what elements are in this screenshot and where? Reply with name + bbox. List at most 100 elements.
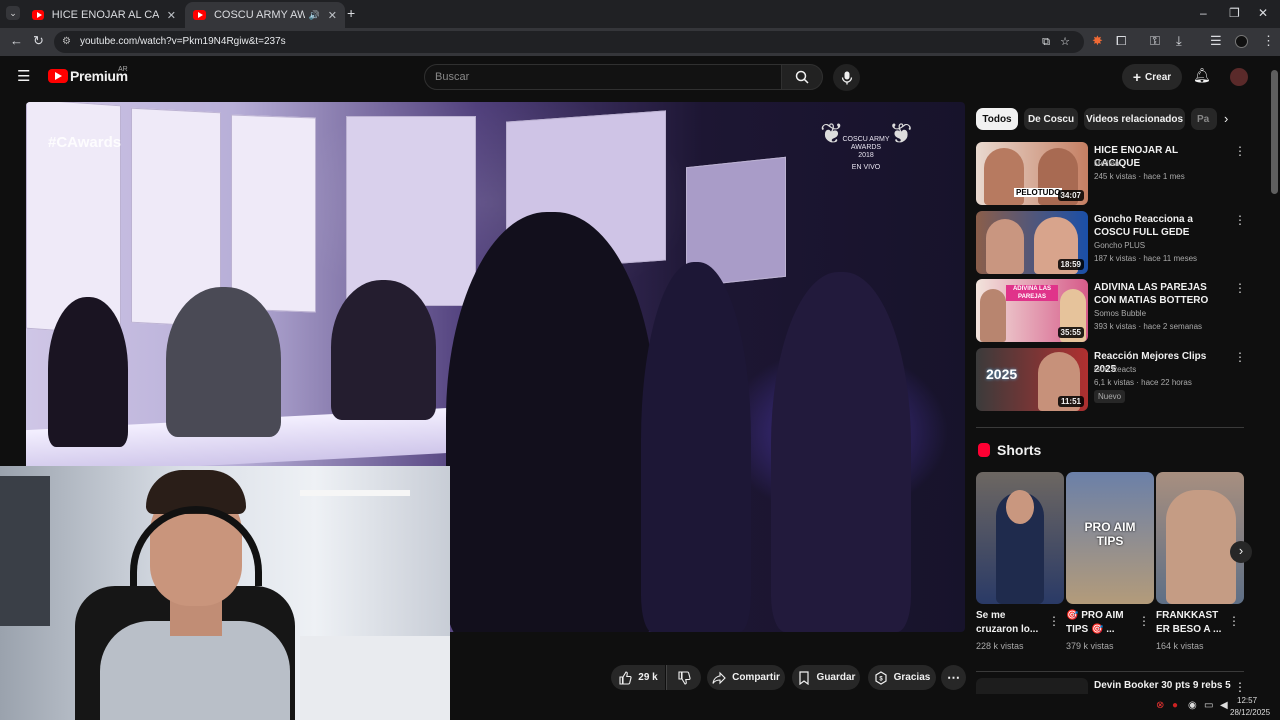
address-bar[interactable]: ⚙ youtube.com/watch?v=Pkm19N4Rgiw&t=237s… (54, 31, 1084, 53)
more-vertical-icon[interactable]: ⋮ (1234, 213, 1246, 227)
channel-name[interactable]: Mellian (1094, 159, 1119, 168)
shorts-next-button[interactable]: › (1230, 541, 1252, 563)
back-icon[interactable]: ← (10, 33, 23, 48)
more-vertical-icon[interactable]: ⋮ (1234, 281, 1246, 295)
browser-menu-icon[interactable]: ⋮ (1262, 33, 1275, 49)
hamburger-menu-icon[interactable]: ☰ (17, 67, 30, 85)
close-tab-icon[interactable]: ✕ (328, 9, 337, 22)
more-vertical-icon[interactable]: ⋮ (1234, 144, 1246, 158)
thanks-label: Gracias (893, 672, 931, 683)
share-label: Compartir (732, 672, 780, 683)
video-thumbnail[interactable]: 18:59 (976, 211, 1088, 274)
network-icon[interactable]: ▭ (1204, 700, 1213, 711)
search-icon (795, 70, 809, 84)
volume-icon[interactable]: ◀ (1220, 700, 1228, 711)
short-views: 164 k vistas (1156, 641, 1204, 651)
more-vertical-icon[interactable]: ⋮ (1234, 680, 1246, 694)
video-title[interactable]: Goncho Reacciona a COSCU FULL GEDE (1094, 213, 1226, 239)
thanks-button[interactable]: $ Gracias (868, 665, 936, 690)
notifications-bell-icon[interactable]: 🔔︎ (1193, 67, 1211, 84)
create-label: Crear (1145, 71, 1172, 83)
short-thumbnail[interactable]: PRO AIM TIPS (1066, 472, 1154, 604)
more-horizontal-icon: ⋯ (947, 669, 960, 685)
short-views: 379 k vistas (1066, 641, 1114, 651)
chip-videos-relacionados[interactable]: Videos relacionados (1084, 108, 1185, 130)
minimize-icon[interactable]: – (1200, 6, 1207, 20)
channel-name[interactable]: Somos Bubble (1094, 309, 1146, 318)
youtube-logo-icon[interactable] (48, 69, 68, 83)
avatar[interactable] (1230, 68, 1248, 86)
tray-time[interactable]: 12:57 (1237, 696, 1257, 705)
browser-tab-1[interactable]: HICE ENOJAR AL CACIQUE - Yo ✕ (24, 2, 184, 28)
reload-icon[interactable]: ↻ (33, 33, 44, 49)
profile-avatar-icon[interactable] (1235, 35, 1248, 48)
chevron-right-icon[interactable]: › (1224, 111, 1228, 126)
create-button[interactable]: + Crear (1122, 64, 1182, 90)
tab-title: COSCU ARMY AWARDS 20 (213, 9, 305, 21)
extension-icon[interactable]: ✸ (1092, 33, 1103, 49)
install-app-icon[interactable]: ⧉ (1042, 31, 1050, 53)
video-title[interactable]: ADIVINA LAS PAREJAS CON MATIAS BOTTERO (1094, 281, 1226, 307)
chip-todos[interactable]: Todos (976, 108, 1018, 130)
bed (300, 636, 450, 720)
share-button[interactable]: Compartir (707, 665, 785, 690)
recommendation-item[interactable]: ADIVINA LAS PAREJAS 35:55 ADIVINA LAS PA… (976, 279, 1246, 343)
short-thumbnail[interactable] (1156, 472, 1244, 604)
short-title[interactable]: 🎯 PRO AIM TIPS 🎯 ... (1066, 609, 1136, 637)
tray-date[interactable]: 28/12/2025 (1230, 708, 1270, 717)
video-thumbnail[interactable]: ADIVINA LAS PAREJAS 35:55 (976, 279, 1088, 342)
channel-name[interactable]: Goncho PLUS (1094, 241, 1145, 250)
recommendation-item[interactable]: 18:59 Goncho Reacciona a COSCU FULL GEDE… (976, 211, 1246, 275)
password-key-icon[interactable]: ⚿ (1150, 33, 1160, 49)
recommendation-item[interactable]: PELOTUDO 34:07 HICE ENOJAR AL CACIQUE Me… (976, 142, 1246, 206)
video-thumbnail[interactable]: 2025 11:51 (976, 348, 1088, 411)
share-arrow-icon (712, 671, 726, 684)
downloads-icon[interactable]: ⤓ (1176, 33, 1182, 49)
like-button[interactable]: 29 k (611, 665, 665, 690)
more-vertical-icon[interactable]: ⋮ (1234, 350, 1246, 364)
close-window-icon[interactable]: ✕ (1258, 6, 1268, 20)
awards-laurel-logo: ❦ ❦ COSCU ARMY AWARDS 2018 EN VIVO (818, 118, 914, 178)
restore-icon[interactable]: ❐ (1229, 6, 1240, 20)
bookmark-star-icon[interactable]: ☆ (1060, 31, 1070, 53)
new-badge: Nuevo (1094, 390, 1126, 403)
site-info-icon[interactable]: ⚙ (62, 31, 71, 53)
video-meta: 187 k vistas · hace 11 meses (1094, 254, 1198, 263)
chip-partial[interactable]: Pa (1191, 108, 1217, 130)
video-thumbnail[interactable]: PELOTUDO 34:07 (976, 142, 1088, 205)
save-button[interactable]: Guardar (792, 665, 860, 690)
tray-app-icon[interactable]: ⊗ (1156, 700, 1164, 711)
browser-tab-2[interactable]: COSCU ARMY AWARDS 20 🔊 ✕ (185, 2, 345, 28)
youtube-favicon-icon (32, 10, 44, 20)
page-scrollbar[interactable] (1271, 70, 1278, 194)
more-vertical-icon[interactable]: ⋮ (1138, 614, 1150, 628)
short-title[interactable]: Se me cruzaron lo... (976, 609, 1046, 637)
super-thanks-icon: $ (875, 670, 887, 685)
audio-playing-icon[interactable]: 🔊 (309, 10, 320, 21)
new-tab-icon[interactable]: + (347, 5, 355, 21)
search-button[interactable] (781, 64, 823, 90)
discord-icon[interactable]: ◉ (1188, 700, 1197, 711)
more-vertical-icon[interactable]: ⋮ (1228, 614, 1240, 628)
next-recommendation-title[interactable]: Devin Booker 30 pts 9 rebs 5 (1094, 680, 1231, 691)
more-actions-button[interactable]: ⋯ (941, 665, 966, 690)
tray-app-icon[interactable]: ● (1172, 700, 1178, 711)
voice-search-button[interactable] (833, 64, 860, 91)
laurel-live: EN VIVO (851, 164, 881, 171)
tab-search-icon[interactable]: ☰ (1210, 33, 1222, 49)
next-recommendation-thumbnail[interactable] (976, 678, 1088, 694)
search-input[interactable]: Buscar (424, 64, 782, 90)
tab-list-dropdown-icon[interactable]: ⌄ (6, 6, 20, 20)
short-title[interactable]: FRANKKAST ER BESO A ... (1156, 609, 1226, 637)
chip-de-coscu[interactable]: De Coscu (1024, 108, 1078, 130)
close-tab-icon[interactable]: ✕ (167, 9, 176, 22)
more-vertical-icon[interactable]: ⋮ (1048, 614, 1060, 628)
short-thumbnail[interactable] (976, 472, 1064, 604)
short-views: 228 k vistas (976, 641, 1024, 651)
dislike-button[interactable] (666, 665, 701, 690)
svg-text:$: $ (879, 676, 883, 682)
channel-name[interactable]: Gori Reacts (1094, 365, 1136, 374)
recommendation-item[interactable]: 2025 11:51 Reacción Mejores Clips 2025 G… (976, 348, 1246, 412)
extensions-puzzle-icon[interactable]: ⧠ (1116, 33, 1126, 49)
video-meta: 245 k vistas · hace 1 mes (1094, 172, 1185, 181)
